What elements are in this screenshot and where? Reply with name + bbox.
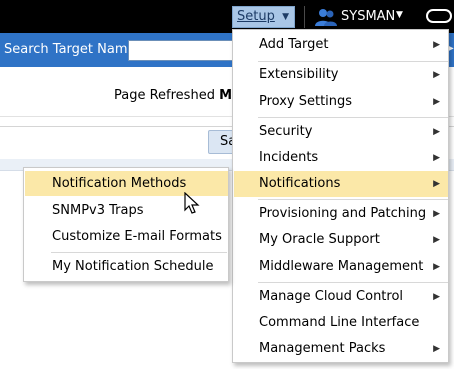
- chevron-right-icon: ▶: [433, 235, 440, 245]
- divider: [304, 6, 305, 28]
- menu-item-security[interactable]: Security ▶: [234, 119, 448, 145]
- menu-item-label: Add Target: [259, 37, 329, 52]
- menu-item-my-oracle-support[interactable]: My Oracle Support ▶: [234, 227, 448, 253]
- page-refreshed-text: Page Refreshed Ma: [114, 88, 241, 103]
- menu-item-label: Middleware Management: [259, 259, 424, 274]
- setup-dropdown-menu: Add Target ▶ Extensibility ▶ Proxy Setti…: [232, 29, 449, 363]
- setup-menu-button[interactable]: Setup ▼: [232, 6, 295, 28]
- oracle-logo-icon[interactable]: [426, 9, 452, 23]
- menu-divider: [258, 282, 448, 283]
- refresh-label: Page Refreshed: [114, 88, 215, 103]
- chevron-right-icon: ▶: [433, 209, 440, 219]
- setup-label: Setup: [237, 9, 275, 24]
- chevron-right-icon: ▶: [433, 153, 440, 163]
- menu-item-label: Notifications: [259, 176, 341, 191]
- menu-item-label: Proxy Settings: [259, 94, 353, 109]
- menu-item-label: Management Packs: [259, 341, 386, 356]
- menu-item-add-target[interactable]: Add Target ▶: [234, 32, 448, 58]
- chevron-right-icon: ▶: [433, 70, 440, 80]
- menu-item-notifications[interactable]: Notifications ▶: [234, 171, 448, 197]
- menu-item-command-line-interface[interactable]: Command Line Interface: [234, 310, 448, 336]
- menu-item-proxy-settings[interactable]: Proxy Settings ▶: [234, 89, 448, 115]
- chevron-right-icon: ▶: [433, 97, 440, 107]
- menu-item-incidents[interactable]: Incidents ▶: [234, 145, 448, 171]
- menu-item-label: Incidents: [259, 150, 319, 165]
- chevron-right-icon: ▶: [433, 262, 440, 272]
- chevron-right-icon: ▶: [433, 40, 440, 50]
- chevron-right-icon: ▶: [433, 179, 440, 189]
- menu-item-provisioning-and-patching[interactable]: Provisioning and Patching ▶: [234, 201, 448, 227]
- menu-item-management-packs[interactable]: Management Packs ▶: [234, 336, 448, 362]
- menu-item-label: My Oracle Support: [259, 232, 380, 247]
- menu-item-label: Provisioning and Patching: [259, 206, 427, 221]
- submenu-item-customize-email-formats[interactable]: Customize E-mail Formats: [25, 224, 228, 249]
- chevron-right-icon: ▶: [433, 292, 440, 302]
- notifications-submenu: Notification Methods SNMPv3 Traps Custom…: [23, 167, 229, 282]
- submenu-item-my-notification-schedule[interactable]: My Notification Schedule: [25, 254, 228, 279]
- menu-item-label: Manage Cloud Control: [259, 289, 404, 304]
- chevron-right-icon: ▶: [433, 344, 440, 354]
- menu-divider: [51, 252, 227, 253]
- user-menu-button[interactable]: SYSMAN: [341, 9, 395, 24]
- mouse-cursor-icon: [184, 192, 200, 214]
- menu-item-middleware-management[interactable]: Middleware Management ▶: [234, 254, 448, 280]
- menu-item-label: Command Line Interface: [259, 315, 420, 330]
- menu-item-label: Extensibility: [259, 67, 339, 82]
- search-input[interactable]: [128, 40, 238, 61]
- users-icon: [315, 9, 337, 26]
- chevron-down-icon: ▼: [282, 12, 289, 22]
- menu-divider: [258, 117, 448, 118]
- menu-divider: [258, 199, 448, 200]
- search-label: Search Target Name: [4, 42, 136, 57]
- chevron-right-icon: ▶: [433, 127, 440, 137]
- menu-item-extensibility[interactable]: Extensibility ▶: [234, 62, 448, 88]
- chevron-down-icon[interactable]: ▼: [396, 10, 403, 20]
- menu-item-manage-cloud-control[interactable]: Manage Cloud Control ▶: [234, 284, 448, 310]
- menu-item-label: Security: [259, 124, 313, 139]
